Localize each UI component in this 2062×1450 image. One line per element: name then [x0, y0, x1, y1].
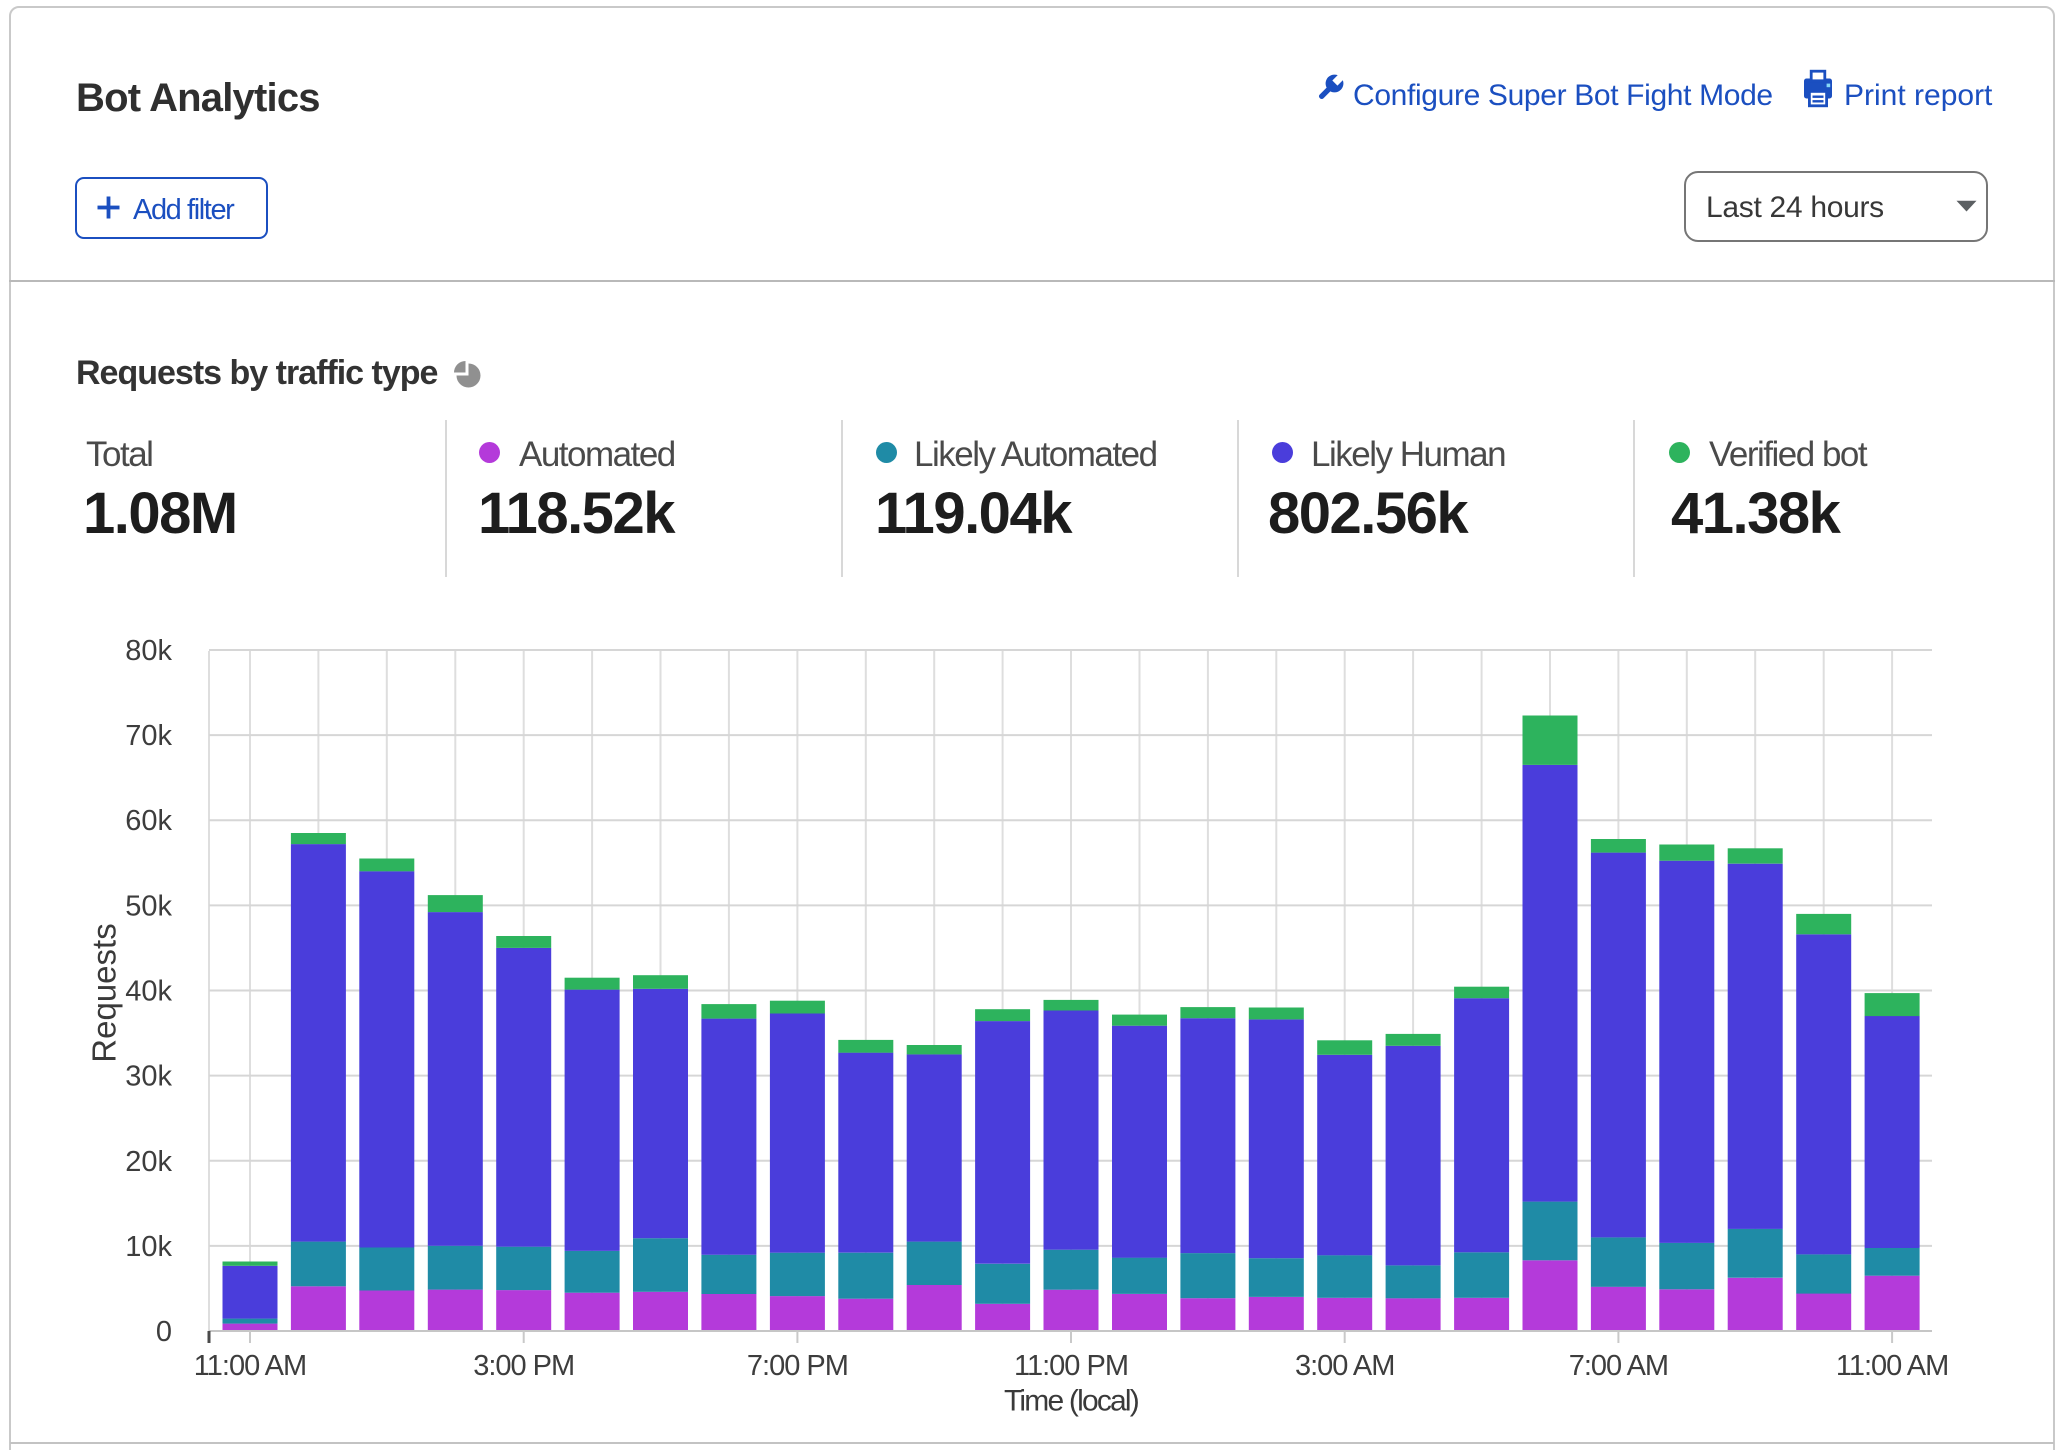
svg-text:50k: 50k	[125, 890, 172, 922]
svg-text:70k: 70k	[125, 720, 172, 752]
svg-text:80k: 80k	[125, 635, 172, 667]
svg-text:20k: 20k	[125, 1146, 172, 1178]
svg-text:3:00 AM: 3:00 AM	[1295, 1350, 1394, 1382]
svg-text:7:00 PM: 7:00 PM	[747, 1350, 848, 1382]
svg-text:11:00 AM: 11:00 AM	[1836, 1350, 1948, 1382]
svg-text:30k: 30k	[125, 1061, 172, 1093]
svg-text:60k: 60k	[125, 805, 172, 837]
svg-text:0: 0	[156, 1316, 172, 1348]
svg-text:11:00 AM: 11:00 AM	[194, 1350, 306, 1382]
svg-text:40k: 40k	[125, 976, 172, 1008]
svg-text:Time (local): Time (local)	[1004, 1385, 1139, 1418]
svg-text:Requests: Requests	[86, 923, 123, 1062]
svg-text:10k: 10k	[125, 1231, 172, 1263]
svg-text:7:00 AM: 7:00 AM	[1569, 1350, 1668, 1382]
svg-text:11:00 PM: 11:00 PM	[1014, 1350, 1128, 1382]
svg-text:3:00 PM: 3:00 PM	[473, 1350, 574, 1382]
